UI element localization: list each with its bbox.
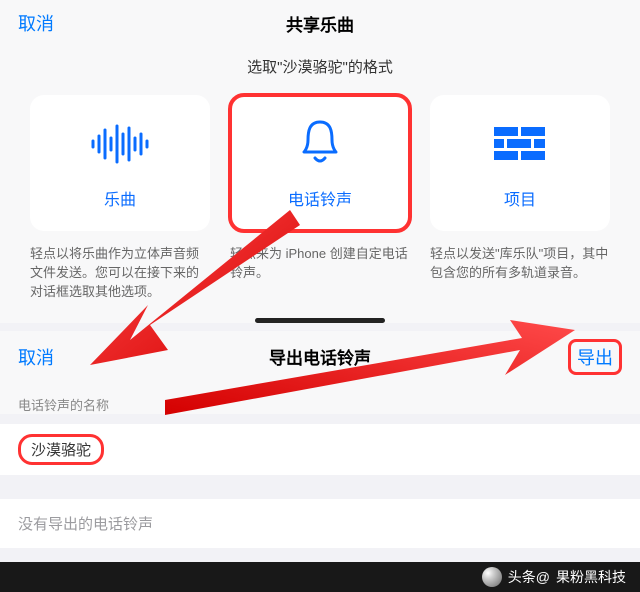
card-project[interactable]: 项目	[430, 95, 610, 231]
footer-author: 果粉黑科技	[556, 567, 626, 587]
bell-icon	[295, 116, 345, 172]
cancel-button-2[interactable]: 取消	[18, 344, 54, 370]
footer-logo-icon	[482, 567, 502, 587]
empty-ringtones-message: 没有导出的电话铃声	[0, 499, 640, 548]
desc-song: 轻点以将乐曲作为立体声音频文件发送。您可以在接下来的对话框选取其他选项。	[30, 245, 210, 302]
card-song[interactable]: 乐曲	[30, 95, 210, 231]
ringtone-name-input-row[interactable]: 沙漠骆驼	[0, 424, 640, 475]
card-project-label: 项目	[504, 186, 536, 210]
desc-ringtone: 轻点来为 iPhone 创建自定电话铃声。	[230, 245, 410, 302]
footer-prefix: 头条@	[508, 567, 550, 587]
ringtone-name-label: 电话铃声的名称	[18, 395, 622, 414]
format-cards: 乐曲 电话铃声	[0, 87, 640, 245]
attribution-footer: 头条@ 果粉黑科技	[0, 562, 640, 592]
header-share: 取消 共享乐曲	[0, 4, 640, 42]
card-ringtone[interactable]: 电话铃声	[230, 95, 410, 231]
export-ringtone-panel: 取消 导出电话铃声 导出 电话铃声的名称 沙漠骆驼 没有导出的电话铃声	[0, 331, 640, 579]
card-song-label: 乐曲	[104, 186, 136, 210]
header-export: 取消 导出电话铃声 导出	[0, 331, 640, 383]
desc-project: 轻点以发送"库乐队"项目，其中包含您的所有多轨道录音。	[430, 245, 610, 302]
cancel-button[interactable]: 取消	[18, 10, 54, 36]
home-indicator	[255, 318, 385, 323]
card-descriptions: 轻点以将乐曲作为立体声音频文件发送。您可以在接下来的对话框选取其他选项。 轻点来…	[0, 245, 640, 312]
name-field-section: 电话铃声的名称	[0, 383, 640, 414]
export-title: 导出电话铃声	[269, 344, 371, 369]
ringtone-name-input[interactable]: 沙漠骆驼	[18, 434, 104, 465]
page-title: 共享乐曲	[286, 11, 354, 36]
export-button[interactable]: 导出	[568, 339, 622, 375]
waveform-icon	[89, 116, 151, 172]
subtitle: 选取"沙漠骆驼"的格式	[0, 42, 640, 87]
share-song-panel: 取消 共享乐曲 选取"沙漠骆驼"的格式	[0, 0, 640, 323]
brick-icon	[494, 116, 546, 172]
card-ringtone-label: 电话铃声	[288, 186, 352, 210]
